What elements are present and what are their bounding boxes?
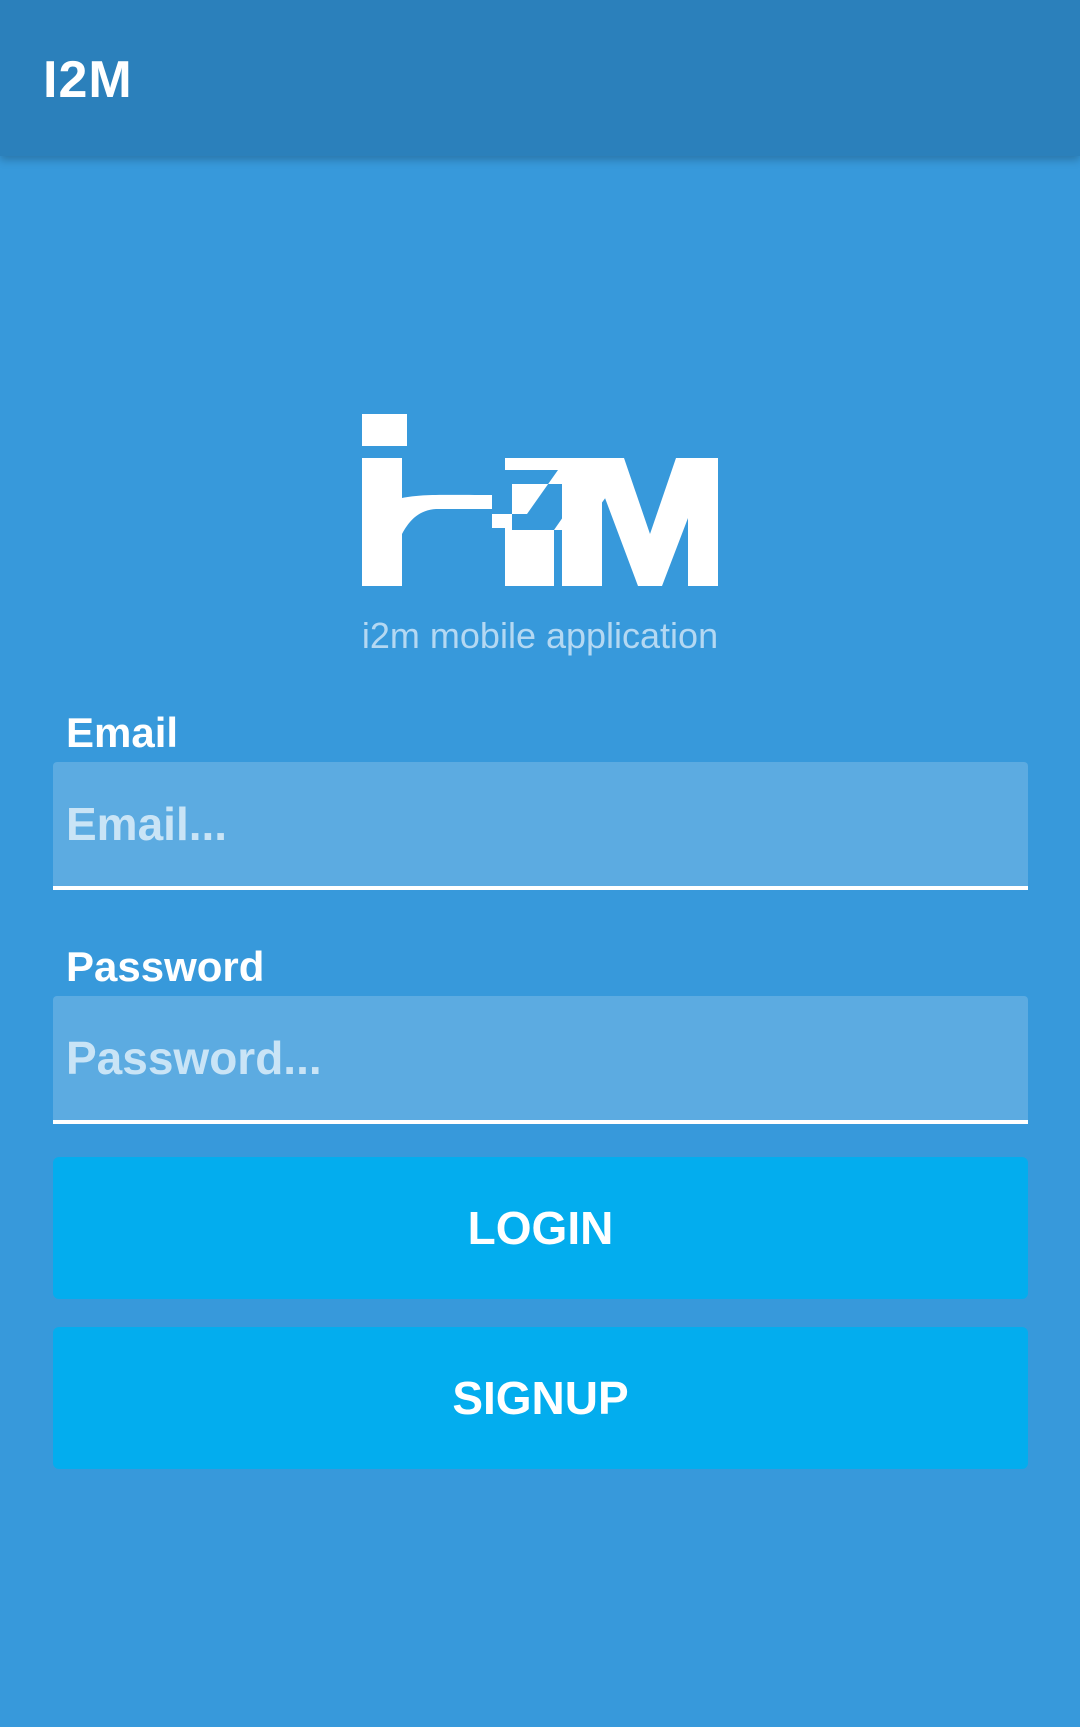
app-tagline: i2m mobile application — [361, 615, 719, 656]
password-label: Password — [66, 943, 265, 990]
signup-button[interactable]: SIGNUP — [53, 1327, 1028, 1469]
login-button[interactable]: LOGIN — [53, 1157, 1028, 1299]
app-title: I2M — [43, 51, 133, 109]
email-label: Email — [66, 709, 179, 756]
email-field[interactable] — [53, 762, 1028, 890]
app-bar: I2M — [0, 0, 1080, 156]
password-field[interactable] — [53, 996, 1028, 1124]
i2m-logo — [362, 414, 718, 586]
